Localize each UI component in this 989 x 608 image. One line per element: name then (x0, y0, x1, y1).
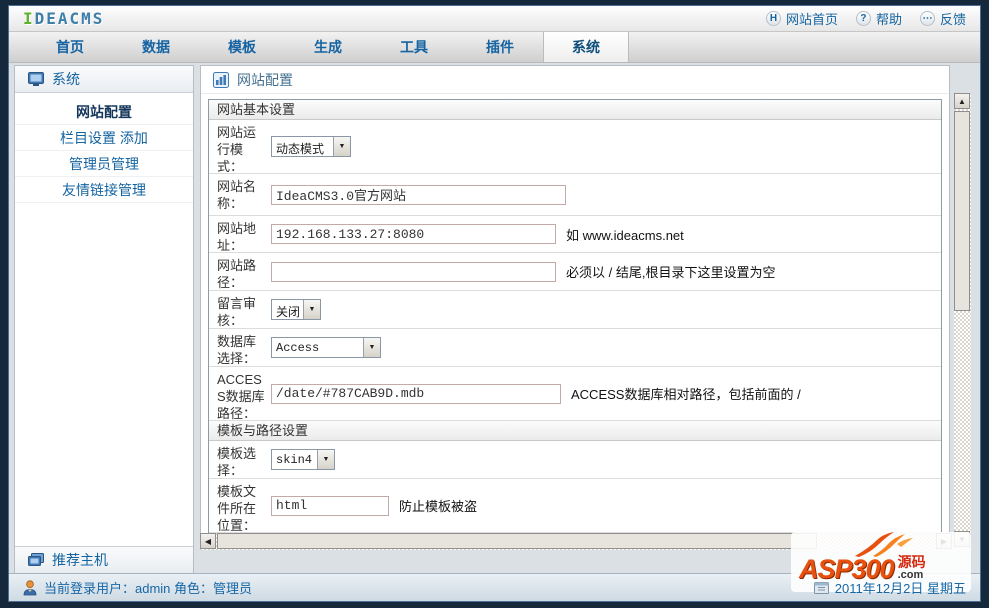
site-path-input[interactable] (271, 261, 556, 282)
status-bar: 当前登录用户：admin 角色：管理员 2011年12月2日 星期五 (9, 573, 980, 601)
page-title-bar: 网站配置 (201, 66, 949, 94)
user-icon (23, 579, 37, 595)
form-row-access-db-path: ACCESS数据库路径： ACCESS数据库相对路径，包括前面的 / (209, 367, 941, 421)
home-icon: H (765, 11, 781, 26)
form-row-site-path: 网站路径： 必须以 / 结尾,根目录下这里设置为空 (209, 253, 941, 291)
site-url-input[interactable] (271, 224, 556, 244)
sidebar-footer-recommended-hosts[interactable]: 推荐主机 (15, 546, 193, 573)
sidebar: 系统 网站配置 栏目设置 添加 管理员管理 友情链接管理 推荐主机 (14, 65, 194, 574)
windows-icon (28, 553, 44, 566)
form-row-database-select: 数据库选择： Access ▼ (209, 329, 941, 367)
field-hint: 必须以 / 结尾,根目录下这里设置为空 (566, 265, 776, 280)
feedback-label: 反馈 (939, 12, 966, 27)
tab-generate[interactable]: 生成 (285, 32, 371, 62)
current-date: 2011年12月2日 星期五 (813, 578, 966, 597)
field-label: 网站地址： (217, 221, 257, 253)
horizontal-scrollbar-thumb[interactable] (217, 533, 817, 549)
sidebar-header: 系统 (15, 66, 193, 93)
form-row-run-mode: 网站运行模式： 动态模式 ▼ (209, 120, 941, 174)
site-home-label: 网站首页 (785, 12, 838, 27)
logo-bar: IDEACMS H 网站首页 ? 帮助 ⋯ 反馈 (9, 6, 980, 32)
database-select[interactable]: Access ▼ (271, 337, 381, 358)
chart-icon (213, 71, 229, 88)
field-hint: 如 www.ideacms.net (566, 227, 684, 243)
tab-tools[interactable]: 工具 (371, 32, 457, 62)
field-label: 网站运行模式： (217, 125, 257, 174)
tab-data[interactable]: 数据 (113, 32, 199, 62)
dropdown-arrow-icon: ▼ (303, 300, 320, 319)
watermark-yuanma: 源码 (897, 554, 926, 570)
site-home-link[interactable]: H 网站首页 (765, 9, 838, 28)
logo-letters-rest: DEACMS (34, 9, 105, 28)
field-label: 模板文件所在位置： (217, 484, 257, 533)
feedback-link[interactable]: ⋯ 反馈 (919, 9, 966, 28)
scroll-left-button[interactable]: ◀ (200, 533, 216, 549)
current-date-text: 2011年12月2日 星期五 (834, 581, 966, 596)
main-nav: 首页 数据 模板 生成 工具 插件 系统 (9, 32, 980, 63)
field-label: 网站名称： (217, 179, 257, 211)
dropdown-arrow-icon: ▼ (317, 450, 334, 469)
logged-in-user-text: 当前登录用户：admin 角色：管理员 (44, 581, 253, 596)
form-row-site-url: 网站地址： 如 www.ideacms.net (209, 216, 941, 253)
field-label: 数据库选择： (217, 334, 257, 366)
vertical-scrollbar[interactable]: ▲ ▼ (954, 93, 971, 547)
tab-system[interactable]: 系统 (543, 32, 629, 62)
template-select[interactable]: skin4 ▼ (271, 449, 335, 470)
tab-template[interactable]: 模板 (199, 32, 285, 62)
field-label: 留言审核： (217, 296, 257, 328)
help-label: 帮助 (875, 12, 902, 27)
app-logo: IDEACMS (23, 9, 104, 28)
page-title: 网站配置 (237, 71, 293, 88)
field-label: 模板选择： (217, 446, 257, 478)
field-hint: 防止模板被盗 (399, 499, 478, 514)
field-hint: ACCESS数据库相对路径，包括前面的 / (571, 387, 801, 402)
help-icon: ? (855, 11, 871, 26)
section-header-template-path: 模板与路径设置 (209, 421, 941, 441)
sidebar-header-label: 系统 (52, 71, 80, 87)
field-label: 网站路径： (217, 258, 257, 290)
tab-plugins[interactable]: 插件 (457, 32, 543, 62)
vertical-scrollbar-thumb[interactable] (954, 111, 970, 311)
help-link[interactable]: ? 帮助 (855, 9, 902, 28)
config-form: 网站基本设置 网站运行模式： 动态模式 ▼ 网站名称： IdeaCMS3.0官方… (208, 99, 942, 536)
form-row-template-location: 模板文件所在位置： 防止模板被盗 (209, 479, 941, 533)
form-row-site-name: 网站名称： (209, 174, 941, 216)
calendar-icon (813, 581, 829, 594)
sidebar-item-admin-management[interactable]: 管理员管理 (15, 151, 193, 177)
sidebar-item-column-settings[interactable]: 栏目设置 添加 (15, 125, 193, 151)
scroll-up-button[interactable]: ▲ (954, 93, 970, 109)
sidebar-menu: 网站配置 栏目设置 添加 管理员管理 友情链接管理 (15, 93, 193, 203)
window-frame: IDEACMS H 网站首页 ? 帮助 ⋯ 反馈 首页 数据 模板 生成 工具 … (0, 0, 989, 608)
form-row-template-select: 模板选择： skin4 ▼ (209, 441, 941, 479)
main-panel: 网站配置 网站基本设置 网站运行模式： 动态模式 ▼ 网站名称： IdeaCMS… (200, 65, 950, 549)
template-location-input[interactable] (271, 495, 389, 516)
dropdown-arrow-icon: ▼ (333, 137, 350, 156)
top-links: H 网站首页 ? 帮助 ⋯ 反馈 (765, 9, 966, 28)
logo-letter-i: I (23, 9, 35, 28)
sidebar-footer-label: 推荐主机 (52, 552, 108, 568)
access-db-path-input[interactable] (271, 383, 561, 404)
form-row-comment-audit: 留言审核： 关闭 ▼ (209, 291, 941, 329)
monitor-icon (28, 72, 44, 86)
comment-audit-select[interactable]: 关闭 ▼ (271, 299, 321, 320)
dropdown-arrow-icon: ▼ (363, 338, 380, 357)
tab-home[interactable]: 首页 (27, 32, 113, 62)
site-name-input[interactable] (271, 184, 566, 205)
app-window: IDEACMS H 网站首页 ? 帮助 ⋯ 反馈 首页 数据 模板 生成 工具 … (8, 5, 981, 602)
run-mode-select[interactable]: 动态模式 ▼ (271, 136, 351, 157)
field-label: ACCESS数据库路径： (217, 372, 265, 421)
logged-in-user: 当前登录用户：admin 角色：管理员 (23, 578, 252, 597)
sidebar-item-site-config[interactable]: 网站配置 (15, 99, 193, 125)
section-header-basic: 网站基本设置 (209, 100, 941, 120)
feedback-icon: ⋯ (919, 11, 935, 26)
sidebar-item-friend-links[interactable]: 友情链接管理 (15, 177, 193, 203)
